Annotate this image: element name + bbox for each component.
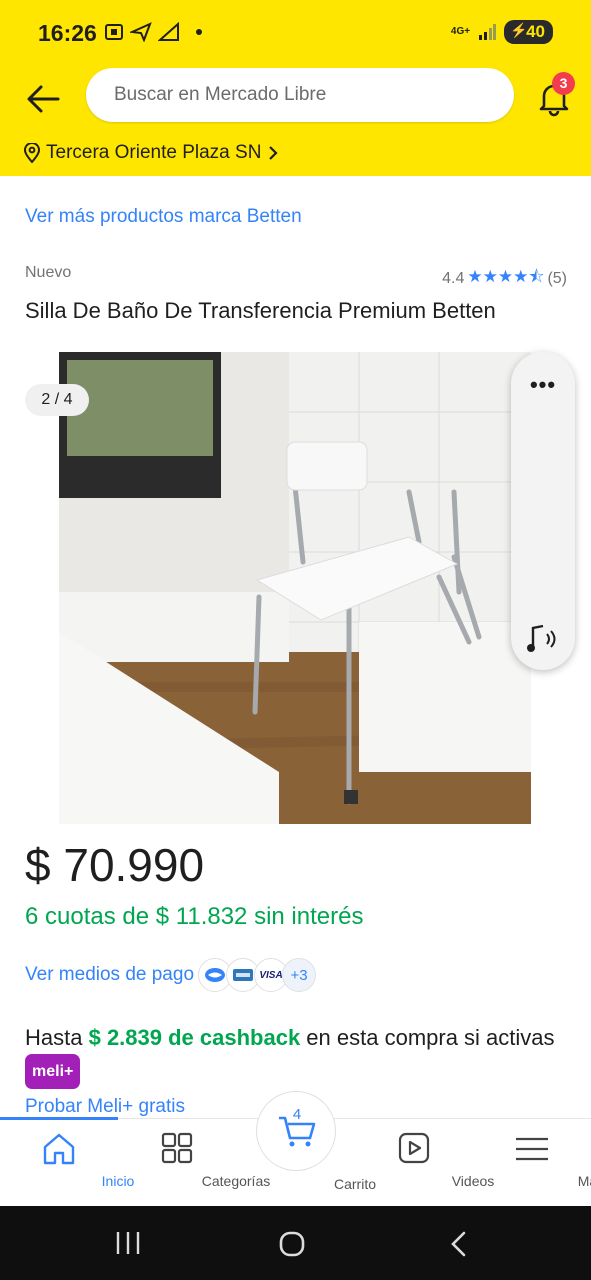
battery-level: 40: [526, 22, 545, 41]
notification-dot-icon: [196, 29, 202, 35]
video-play-icon: [398, 1132, 430, 1164]
accessibility-floating-panel[interactable]: •••: [511, 352, 575, 670]
location-pin-icon: [24, 143, 40, 163]
location-selector[interactable]: Tercera Oriente Plaza SN: [24, 142, 279, 164]
home-icon: [43, 1133, 75, 1165]
battery-bolt-icon: ⚡: [510, 22, 528, 38]
send-icon: [130, 22, 152, 42]
try-meli-plus-link[interactable]: Probar Meli+ gratis: [25, 1096, 185, 1118]
cashback-amount: $ 2.839 de cashback: [88, 1025, 301, 1050]
network-type: 4G+: [450, 26, 471, 37]
signal-warning-icon: [158, 22, 179, 41]
cashback-prefix: Hasta: [25, 1025, 89, 1050]
system-back-icon[interactable]: [448, 1230, 468, 1258]
hamburger-menu-icon: [516, 1137, 548, 1161]
back-arrow-icon[interactable]: [22, 78, 64, 120]
nav-videos[interactable]: Videos: [355, 1119, 494, 1207]
gallery-counter: 2 / 4: [25, 384, 89, 416]
nav-categories[interactable]: Categorías: [118, 1119, 270, 1207]
product-price: $ 70.990: [25, 839, 205, 891]
more-options-icon[interactable]: •••: [511, 372, 575, 398]
screenshot-icon: [105, 24, 123, 40]
payment-methods-link[interactable]: Ver medios de pago: [25, 964, 194, 986]
status-time: 16:26: [38, 20, 97, 46]
nav-more[interactable]: Más: [473, 1119, 591, 1207]
bottom-navigation: Inicio Categorías 4 Carrito Videos Más: [0, 1091, 591, 1207]
review-count: (5): [547, 269, 567, 287]
meli-plus-badge: meli+: [25, 1054, 81, 1089]
installments-text: 6 cuotas de $ 11.832 sin interés: [25, 903, 364, 930]
cart-icon: [279, 1116, 316, 1147]
cashback-suffix: en esta compra si activas: [300, 1025, 555, 1050]
product-condition: Nuevo: [25, 264, 72, 281]
sound-icon[interactable]: [525, 622, 561, 656]
status-bar: 16:26 4G+ ⚡ 40: [0, 0, 591, 68]
brand-products-link[interactable]: Ver más productos marca Betten: [25, 206, 302, 228]
categories-grid-icon: [161, 1132, 193, 1164]
rating-value: 4.4: [442, 269, 465, 287]
payment-methods-row[interactable]: Ver medios de pago VISA +3: [25, 958, 317, 992]
cart-button[interactable]: 4: [256, 1091, 336, 1171]
location-text: Tercera Oriente Plaza SN: [46, 142, 262, 163]
system-navigation-bar: [0, 1206, 591, 1280]
more-payment-methods[interactable]: +3: [282, 958, 317, 992]
battery-indicator: ⚡ 40: [504, 20, 553, 44]
cashback-info: Hasta $ 2.839 de cashback en esta compra…: [25, 1021, 565, 1089]
home-button-icon[interactable]: [278, 1230, 306, 1258]
signal-icon: [479, 24, 497, 40]
recent-apps-icon[interactable]: [114, 1230, 142, 1256]
nav-more-label: Más: [577, 1173, 591, 1189]
bath-chair-photo: [59, 352, 531, 824]
search-input[interactable]: [86, 68, 514, 122]
notification-badge: 3: [552, 72, 575, 95]
product-image[interactable]: [59, 352, 531, 824]
product-title: Silla De Baño De Transferencia Premium B…: [25, 298, 496, 323]
rating-stars: ★★★★⯪: [467, 267, 545, 286]
nav-home[interactable]: Inicio: [0, 1119, 134, 1207]
search-bar[interactable]: [86, 68, 514, 122]
status-icons: [104, 22, 202, 42]
header: 3 Tercera Oriente Plaza SN: [0, 68, 591, 176]
nav-cart[interactable]: 4 Carrito: [237, 1091, 376, 1207]
rating-summary[interactable]: 4.4 ★★★★⯪ (5): [442, 264, 567, 293]
chevron-right-icon: [269, 146, 278, 160]
